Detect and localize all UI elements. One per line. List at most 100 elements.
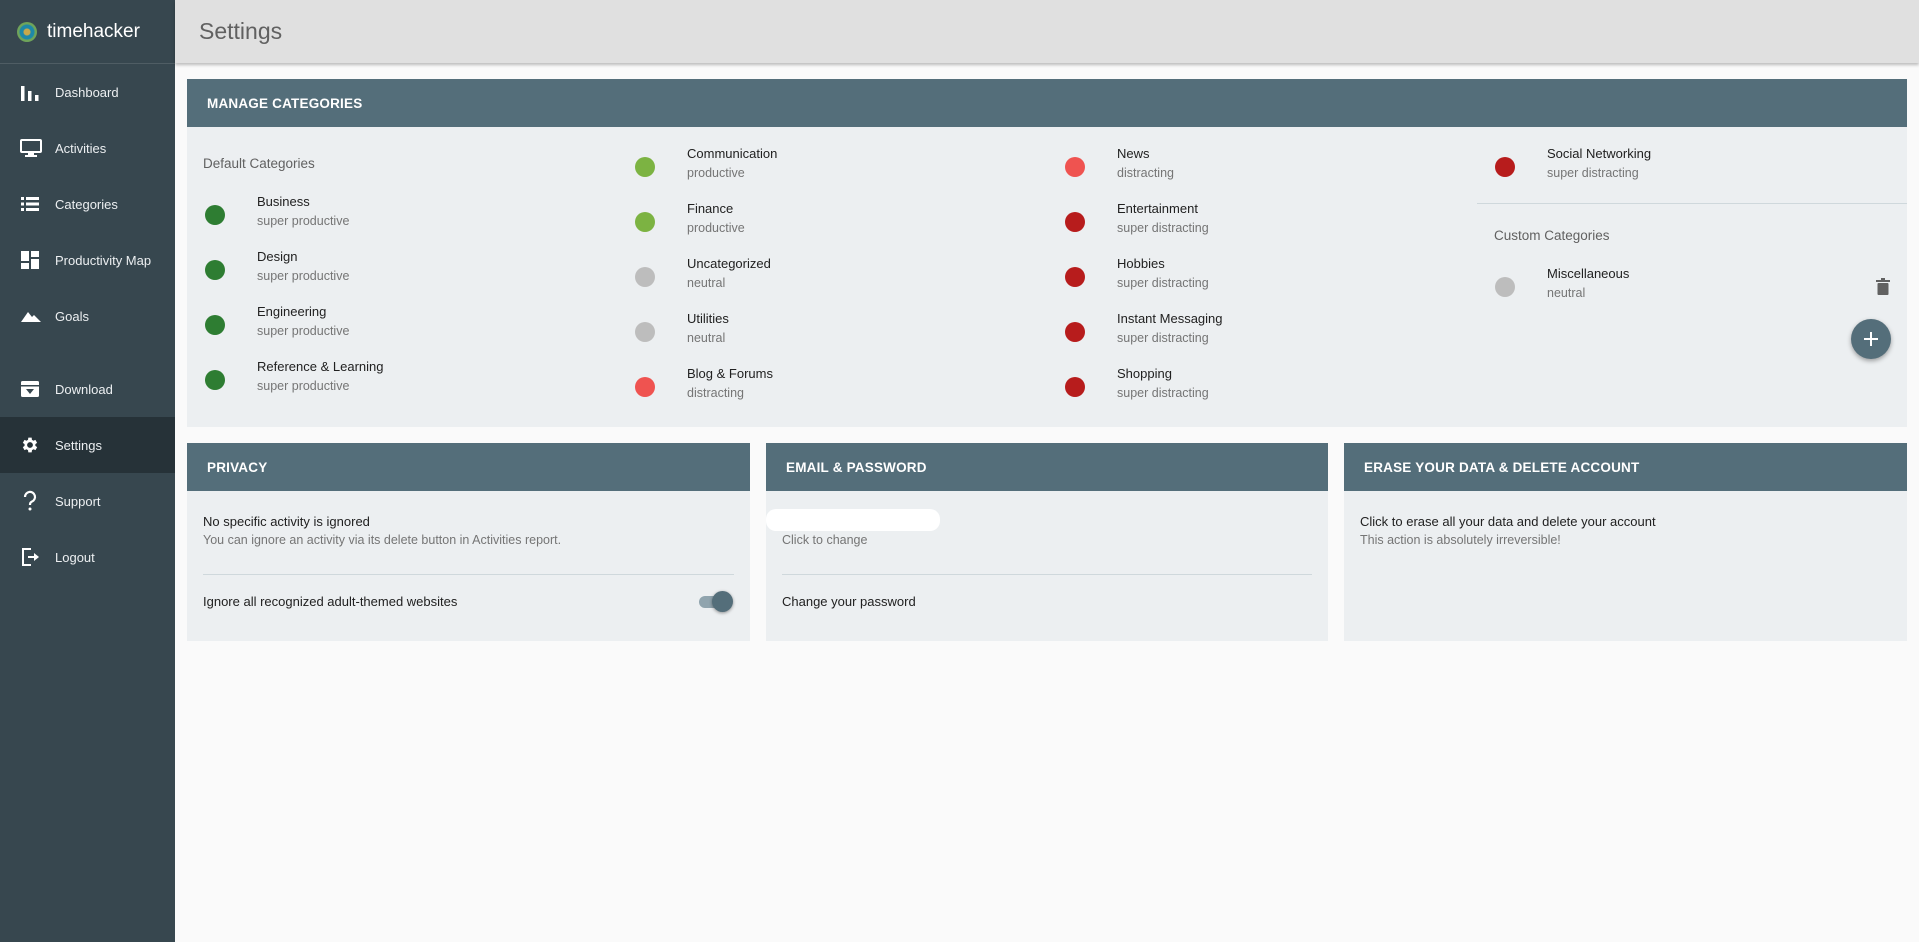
- sidebar-item-goals[interactable]: Goals: [0, 288, 175, 344]
- category-level: super productive: [257, 324, 350, 338]
- category-color-dot[interactable]: [635, 267, 655, 287]
- category-level: neutral: [687, 331, 726, 345]
- category-name: Communication: [687, 146, 778, 161]
- sidebar-item-label: Productivity Map: [55, 252, 152, 268]
- sidebar-item-label: Support: [55, 493, 101, 509]
- category-color-dot[interactable]: [1065, 157, 1085, 177]
- sidebar-item-productivity-map[interactable]: Productivity Map: [0, 232, 175, 288]
- panel-header: ERASE YOUR DATA & DELETE ACCOUNT: [1344, 443, 1907, 491]
- category-name: Hobbies: [1117, 256, 1165, 271]
- adult-filter-label: Ignore all recognized adult-themed websi…: [203, 594, 458, 609]
- category-name: Reference & Learning: [257, 359, 384, 374]
- panel-header: PRIVACY: [187, 443, 750, 491]
- erase-warning: This action is absolutely irreversible!: [1360, 533, 1561, 547]
- category-color-dot[interactable]: [1065, 377, 1085, 397]
- sidebar-item-categories[interactable]: Categories: [0, 176, 175, 232]
- sidebar-item-support[interactable]: Support: [0, 473, 175, 529]
- category-name: Design: [257, 249, 298, 264]
- sidebar-item-activities[interactable]: Activities: [0, 120, 175, 176]
- sidebar: timehacker Dashboard Activities Categori…: [0, 0, 175, 942]
- category-color-dot[interactable]: [205, 315, 225, 335]
- manage-categories-panel: MANAGE CATEGORIES Default Categories Bus…: [187, 79, 1907, 427]
- custom-categories-label: Custom Categories: [1494, 228, 1610, 243]
- gear-icon: [22, 437, 38, 453]
- add-category-button[interactable]: [1851, 319, 1891, 359]
- bar-chart-icon: [21, 86, 39, 101]
- erase-account-link[interactable]: Click to erase all your data and delete …: [1360, 514, 1656, 529]
- divider: [1477, 203, 1907, 204]
- category-color-dot[interactable]: [635, 322, 655, 342]
- category-level: super distracting: [1117, 331, 1209, 345]
- sidebar-item-settings[interactable]: Settings: [0, 417, 175, 473]
- category-color-dot[interactable]: [1495, 277, 1515, 297]
- toggle-thumb: [712, 591, 733, 612]
- category-name: Miscellaneous: [1547, 266, 1630, 281]
- sidebar-item-logout[interactable]: Logout: [0, 529, 175, 585]
- category-color-dot[interactable]: [205, 370, 225, 390]
- plus-icon: [1864, 332, 1878, 346]
- category-name: News: [1117, 146, 1150, 161]
- monitor-icon: [20, 139, 42, 157]
- sidebar-item-label: Dashboard: [55, 84, 119, 100]
- page-title: Settings: [199, 18, 283, 44]
- privacy-panel: PRIVACY No specific activity is ignored …: [187, 443, 750, 641]
- question-mark-icon: [23, 490, 37, 511]
- category-name: Entertainment: [1117, 201, 1198, 216]
- sidebar-item-dashboard[interactable]: Dashboard: [0, 64, 175, 120]
- sidebar-item-label: Goals: [55, 308, 89, 324]
- category-color-dot[interactable]: [205, 205, 225, 225]
- dashboard-grid-icon: [21, 251, 39, 269]
- list-icon: [21, 197, 39, 211]
- adult-filter-toggle[interactable]: [697, 591, 733, 613]
- category-level: super distracting: [1117, 386, 1209, 400]
- category-name: Social Networking: [1547, 146, 1652, 161]
- panel-header: MANAGE CATEGORIES: [187, 79, 1907, 127]
- category-level: productive: [687, 166, 745, 180]
- category-level: super distracting: [1547, 166, 1639, 180]
- sidebar-item-label: Activities: [55, 140, 107, 156]
- category-color-dot[interactable]: [635, 212, 655, 232]
- email-value[interactable]: [766, 509, 940, 531]
- default-categories-label: Default Categories: [203, 156, 315, 171]
- category-name: Engineering: [257, 304, 327, 319]
- brand[interactable]: timehacker: [0, 0, 175, 64]
- ignore-hint: You can ignore an activity via its delet…: [203, 533, 562, 547]
- category-level: neutral: [687, 276, 726, 290]
- timehacker-logo-icon: [17, 21, 37, 42]
- category-level: productive: [687, 221, 745, 235]
- trash-icon[interactable]: [1876, 278, 1890, 295]
- category-name: Shopping: [1117, 366, 1172, 381]
- app-name: timehacker: [47, 20, 140, 42]
- panel-header: EMAIL & PASSWORD: [766, 443, 1328, 491]
- category-level: super distracting: [1117, 221, 1209, 235]
- category-level: super productive: [257, 379, 350, 393]
- category-color-dot[interactable]: [1495, 157, 1515, 177]
- category-name: Finance: [687, 201, 734, 216]
- category-level: super productive: [257, 269, 350, 283]
- category-level: distracting: [687, 386, 744, 400]
- sidebar-item-label: Settings: [55, 437, 102, 453]
- erase-account-panel: ERASE YOUR DATA & DELETE ACCOUNT Click t…: [1344, 443, 1907, 641]
- email-password-panel: EMAIL & PASSWORD Click to change Change …: [766, 443, 1328, 641]
- divider: [782, 574, 1312, 575]
- change-password-link[interactable]: Change your password: [782, 594, 916, 609]
- divider: [203, 574, 734, 575]
- category-color-dot[interactable]: [635, 377, 655, 397]
- category-level: neutral: [1547, 286, 1586, 300]
- top-bar: Settings: [175, 0, 1919, 63]
- sidebar-item-label: Categories: [55, 196, 118, 212]
- sidebar-item-label: Logout: [55, 549, 95, 565]
- category-color-dot[interactable]: [635, 157, 655, 177]
- sidebar-item-download[interactable]: Download: [0, 361, 175, 417]
- category-color-dot[interactable]: [1065, 212, 1085, 232]
- mountain-icon: [21, 312, 41, 322]
- category-name: Utilities: [687, 311, 729, 326]
- archive-download-icon: [21, 381, 39, 397]
- category-level: super distracting: [1117, 276, 1209, 290]
- category-level: distracting: [1117, 166, 1174, 180]
- category-color-dot[interactable]: [1065, 322, 1085, 342]
- email-change-hint[interactable]: Click to change: [782, 533, 867, 547]
- logout-icon: [22, 548, 39, 566]
- category-color-dot[interactable]: [205, 260, 225, 280]
- category-color-dot[interactable]: [1065, 267, 1085, 287]
